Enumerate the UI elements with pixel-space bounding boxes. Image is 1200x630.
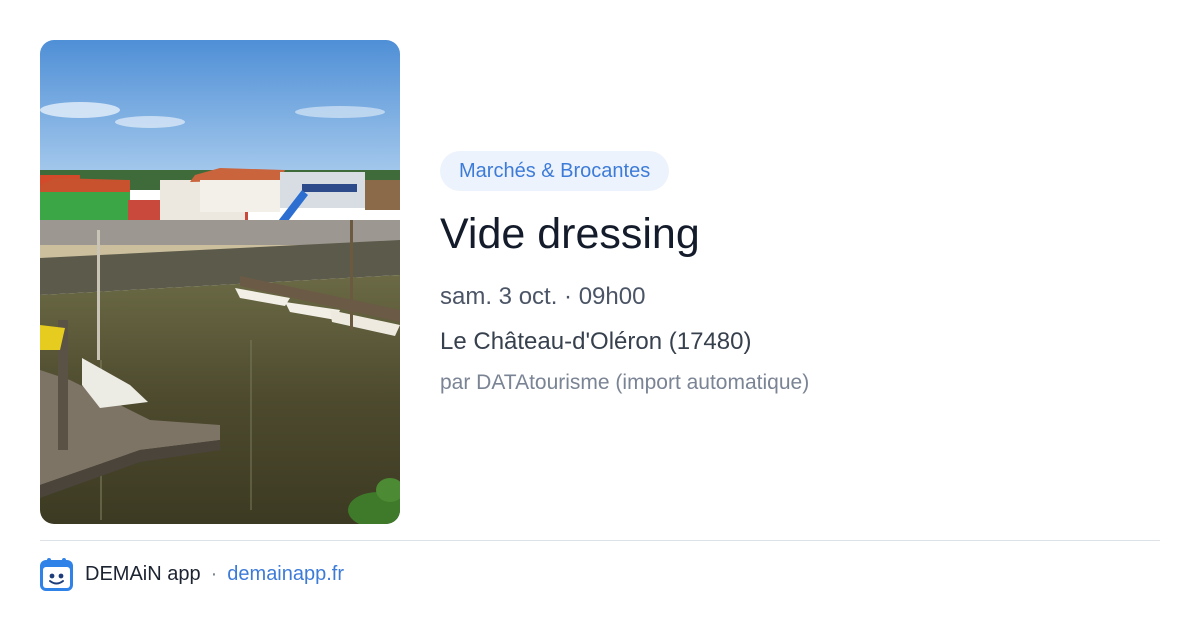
event-location: Le Château-d'Oléron (17480) [440, 328, 752, 355]
demain-app-icon [40, 557, 73, 591]
event-datetime: sam. 3 oct. · 09h00 [440, 283, 646, 310]
event-info: Marchés & Brocantes Vide dressing sam. 3… [440, 151, 1160, 397]
footer: DEMAiN app · demainapp.fr [40, 557, 344, 591]
event-image [40, 40, 400, 524]
footer-separator: · [210, 562, 218, 585]
category-badge[interactable]: Marchés & Brocantes [440, 151, 670, 191]
event-author: par DATAtourisme (import automatique) [440, 371, 810, 394]
app-name: DEMAiN app [85, 562, 201, 585]
event-title: Vide dressing [440, 210, 700, 258]
harbor-photo [40, 40, 400, 524]
app-link[interactable]: demainapp.fr [227, 563, 344, 586]
footer-divider [40, 540, 1160, 541]
